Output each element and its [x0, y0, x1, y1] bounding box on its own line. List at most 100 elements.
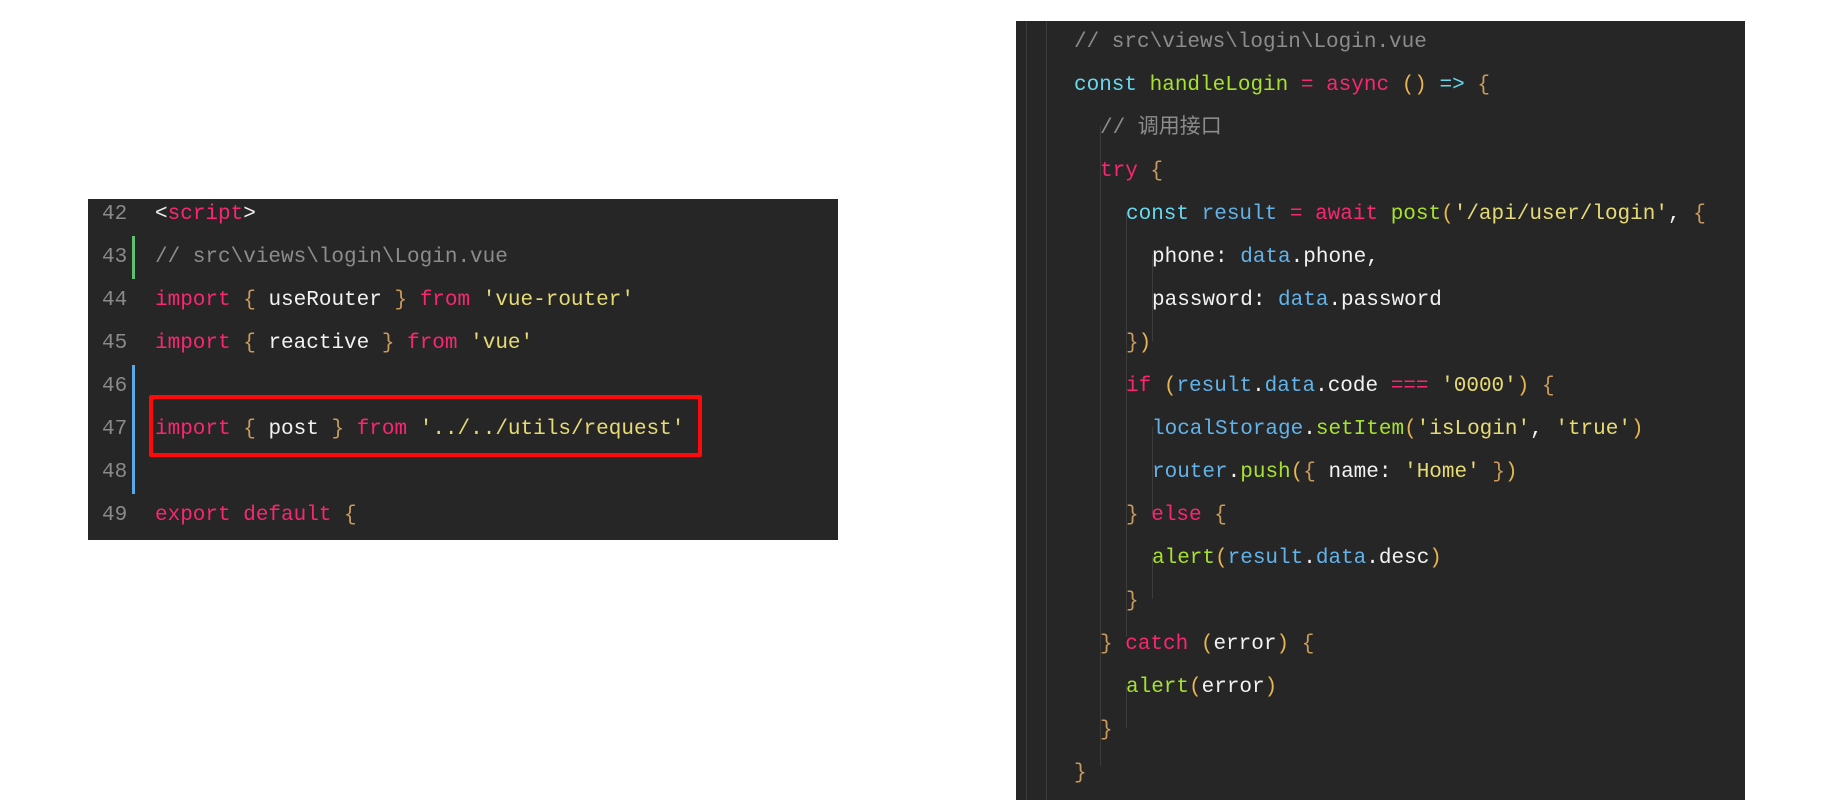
- code-token: localStorage: [1152, 418, 1304, 441]
- code-token: }: [1074, 762, 1087, 785]
- code-token: // src\views\login\Login.vue: [1074, 31, 1427, 54]
- code-token: ,: [1667, 203, 1694, 226]
- code-token: data: [1278, 289, 1329, 312]
- code-line: } else {: [1126, 494, 1227, 537]
- code-token: result: [1201, 203, 1278, 226]
- code-token: (): [1401, 74, 1427, 97]
- code-token: ): [1138, 332, 1152, 355]
- code-token: (: [1215, 547, 1228, 570]
- code-token: }: [1100, 719, 1113, 742]
- code-line: }: [1126, 580, 1139, 623]
- code-line: } catch (error) {: [1100, 623, 1314, 666]
- code-token: post: [1390, 203, 1442, 226]
- code-token: export default: [155, 504, 332, 527]
- code-line: 49 export default {: [88, 494, 838, 537]
- code-token: else: [1151, 504, 1202, 527]
- code-line: const handleLogin = async () => {: [1074, 64, 1490, 107]
- code-token: =>: [1426, 74, 1478, 97]
- code-token: .: [1252, 375, 1265, 398]
- code-token: (: [1200, 633, 1214, 656]
- code-token: error: [1213, 633, 1277, 656]
- code-token: {: [1693, 203, 1706, 226]
- line-number: 48: [102, 461, 128, 484]
- code-line: 42 <script>: [88, 193, 838, 236]
- code-token: ): [1264, 676, 1278, 699]
- code-token: }: [1100, 633, 1113, 656]
- code-line: password: data.password: [1152, 279, 1442, 322]
- code-token: error: [1201, 676, 1265, 699]
- code-token: alert: [1152, 547, 1216, 570]
- line-number: 46: [102, 375, 128, 398]
- code-token: import: [155, 332, 231, 355]
- line-number: 49: [102, 504, 128, 527]
- code-line: const result = await post('/api/user/log…: [1126, 193, 1706, 236]
- code-token: router: [1152, 461, 1228, 484]
- code-token: {: [243, 289, 256, 312]
- code-token: ): [1504, 461, 1518, 484]
- code-token: (: [1290, 461, 1304, 484]
- code-line: 44 import { useRouter } from 'vue-router': [88, 279, 838, 322]
- code-token: result: [1176, 375, 1253, 398]
- line-number: 47: [102, 418, 128, 441]
- code-line: 45 import { reactive } from 'vue': [88, 322, 838, 365]
- git-modified-marker: [132, 365, 135, 408]
- code-token: {: [1303, 461, 1316, 484]
- indent-guide: [1026, 21, 1027, 800]
- code-token: alert: [1126, 676, 1190, 699]
- code-text: import { useRouter } from 'vue-router': [155, 279, 634, 322]
- code-token: // 调用接口: [1100, 117, 1222, 140]
- code-line: }): [1126, 322, 1151, 365]
- code-token: script: [167, 203, 244, 226]
- code-token: data: [1240, 246, 1291, 269]
- code-token: {: [1150, 160, 1164, 183]
- code-token: .: [1303, 418, 1316, 441]
- code-token: }: [394, 289, 408, 312]
- code-line: try {: [1100, 150, 1163, 193]
- code-token: 'isLogin': [1416, 418, 1531, 441]
- code-token: if: [1126, 375, 1152, 398]
- line-number: 45: [102, 332, 128, 355]
- code-token: data: [1315, 547, 1367, 570]
- code-token: from: [419, 289, 471, 312]
- code-token: ): [1276, 633, 1290, 656]
- code-token: >: [243, 203, 256, 226]
- git-added-marker: [132, 236, 135, 279]
- code-token: .: [1227, 461, 1241, 484]
- code-line: }: [1100, 709, 1113, 752]
- code-token: (: [1404, 418, 1417, 441]
- code-token: 'true': [1555, 418, 1631, 441]
- code-token: 'vue-router': [482, 289, 634, 312]
- code-token: data: [1264, 375, 1316, 398]
- code-token: reactive: [255, 332, 382, 355]
- code-line: 43 // src\views\login\Login.vue: [88, 236, 838, 279]
- highlight-box: [149, 395, 702, 457]
- code-token: {: [1477, 74, 1490, 97]
- code-token: try: [1100, 160, 1138, 183]
- code-token: result: [1227, 547, 1304, 570]
- code-token: // src\views\login\Login.vue: [155, 246, 508, 269]
- code-token: }: [1126, 332, 1139, 355]
- indent-guide: [1046, 21, 1047, 800]
- code-text: import { reactive } from 'vue': [155, 322, 533, 365]
- code-token: .: [1303, 547, 1316, 570]
- code-panel-import-snippet: 42 <script> 43 // src\views\login\Login.vue…: [88, 199, 838, 540]
- code-token: const: [1074, 74, 1138, 97]
- code-token: phone:: [1152, 246, 1241, 269]
- code-token: .code: [1315, 375, 1391, 398]
- code-token: handleLogin: [1149, 74, 1289, 97]
- code-token: '0000': [1441, 375, 1517, 398]
- code-token: }: [381, 332, 395, 355]
